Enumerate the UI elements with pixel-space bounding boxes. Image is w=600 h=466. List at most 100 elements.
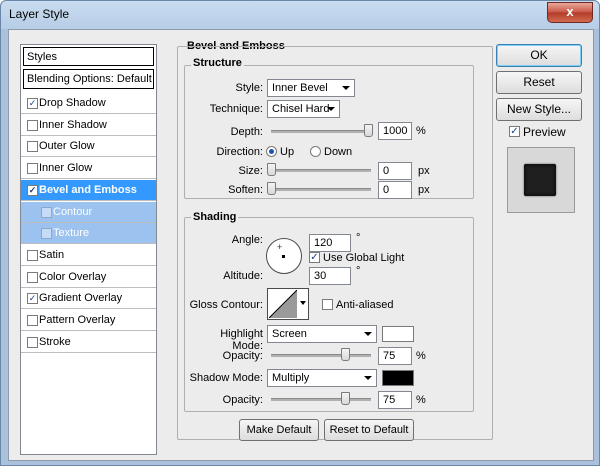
style-select[interactable]: Inner Bevel <box>267 79 355 97</box>
style-item-inner-shadow[interactable]: Inner Shadow <box>21 115 156 136</box>
chevron-down-icon <box>327 107 335 111</box>
highlight-opacity-unit: % <box>416 350 426 362</box>
close-button[interactable]: x <box>547 2 593 23</box>
highlight-mode-select[interactable]: Screen <box>267 325 377 343</box>
style-item-label: Outer Glow <box>39 140 95 153</box>
color-overlay-checkbox[interactable] <box>27 271 38 283</box>
highlight-opacity-input[interactable]: 75 <box>378 347 412 365</box>
depth-label: Depth: <box>230 126 263 138</box>
highlight-opacity-slider[interactable] <box>271 354 371 357</box>
reset-to-default-button[interactable]: Reset to Default <box>324 419 414 441</box>
angle-dial[interactable]: + <box>266 238 302 274</box>
texture-checkbox[interactable] <box>41 228 52 240</box>
inner-shadow-checkbox[interactable] <box>27 119 38 131</box>
altitude-unit: ° <box>356 265 361 277</box>
satin-checkbox[interactable] <box>27 249 38 261</box>
style-item-drop-shadow[interactable]: ✓ Drop Shadow <box>21 93 156 114</box>
depth-input[interactable]: 1000 <box>378 122 412 140</box>
preview-label[interactable]: Preview <box>523 125 566 139</box>
inner-glow-checkbox[interactable] <box>27 163 38 175</box>
soften-slider-thumb[interactable] <box>267 182 276 195</box>
altitude-input[interactable]: 30 <box>309 267 351 285</box>
style-item-bevel-and-emboss[interactable]: ✓ Bevel and Emboss <box>21 179 156 201</box>
style-item-label: Drop Shadow <box>39 97 106 109</box>
blending-options-item[interactable]: Blending Options: Default <box>23 69 154 89</box>
anti-aliased-label[interactable]: Anti-aliased <box>336 299 393 311</box>
use-global-light-checkbox[interactable]: ✓ <box>309 252 320 263</box>
layer-style-window: Layer Style x Styles Blending Options: D… <box>0 0 600 466</box>
highlight-opacity-slider-thumb[interactable] <box>341 348 350 361</box>
bevel-and-emboss-checkbox[interactable]: ✓ <box>27 184 38 196</box>
style-item-texture[interactable]: Texture <box>21 223 156 245</box>
direction-down-label[interactable]: Down <box>324 146 352 158</box>
window-title: Layer Style <box>9 7 70 21</box>
shadow-opacity-input[interactable]: 75 <box>378 391 412 409</box>
shadow-opacity-unit: % <box>416 394 426 406</box>
direction-up-radio[interactable] <box>266 146 277 157</box>
style-item-label: Stroke <box>39 335 71 348</box>
preview-checkbox[interactable]: ✓ <box>509 126 520 137</box>
structure-title: Structure <box>191 57 244 69</box>
stroke-checkbox[interactable] <box>27 336 38 348</box>
technique-select-value: Chisel Hard <box>272 103 330 115</box>
soften-input[interactable]: 0 <box>378 181 412 199</box>
style-item-color-overlay[interactable]: Color Overlay <box>21 267 156 288</box>
style-item-label: Color Overlay <box>39 270 107 283</box>
style-item-stroke[interactable]: Stroke <box>21 332 156 353</box>
reset-button[interactable]: Reset <box>496 71 582 94</box>
direction-down-radio[interactable] <box>310 146 321 157</box>
new-style-button[interactable]: New Style... <box>496 98 582 121</box>
shadow-mode-select[interactable]: Multiply <box>267 369 377 387</box>
make-default-button[interactable]: Make Default <box>239 419 319 441</box>
highlight-color-swatch[interactable] <box>382 326 414 342</box>
contour-preview-icon <box>269 290 297 318</box>
depth-slider[interactable] <box>271 130 371 133</box>
shadow-color-swatch[interactable] <box>382 370 414 386</box>
soften-unit: px <box>418 184 430 196</box>
soften-slider[interactable] <box>271 188 371 191</box>
shadow-mode-value: Multiply <box>272 372 310 384</box>
size-unit: px <box>418 165 430 177</box>
highlight-opacity-label: Opacity: <box>222 350 263 362</box>
style-item-label: Bevel and Emboss <box>39 183 137 196</box>
depth-unit: % <box>416 125 426 137</box>
shadow-opacity-label: Opacity: <box>222 394 263 406</box>
style-select-value: Inner Bevel <box>272 82 328 94</box>
gloss-contour-picker[interactable] <box>267 288 309 320</box>
style-item-label: Inner Glow <box>39 162 93 175</box>
style-item-gradient-overlay[interactable]: ✓ Gradient Overlay <box>21 288 156 310</box>
size-input[interactable]: 0 <box>378 162 412 180</box>
chevron-down-icon <box>342 86 350 90</box>
angle-label: Angle: <box>231 234 263 246</box>
use-global-light-label[interactable]: Use Global Light <box>323 252 404 264</box>
size-slider[interactable] <box>271 169 371 172</box>
style-item-inner-glow[interactable]: Inner Glow <box>21 158 156 180</box>
ok-button[interactable]: OK <box>496 44 582 67</box>
shadow-opacity-slider[interactable] <box>271 398 371 401</box>
direction-label: Direction: <box>216 146 263 158</box>
direction-up-label[interactable]: Up <box>280 146 294 158</box>
anti-aliased-checkbox[interactable] <box>322 299 333 310</box>
outer-glow-checkbox[interactable] <box>27 141 38 153</box>
title-bar[interactable]: Layer Style x <box>1 1 599 29</box>
technique-label: Technique: <box>209 103 263 115</box>
highlight-mode-value: Screen <box>272 328 307 340</box>
technique-select[interactable]: Chisel Hard <box>267 100 340 118</box>
size-slider-thumb[interactable] <box>267 163 276 176</box>
contour-checkbox[interactable] <box>41 206 52 218</box>
drop-shadow-checkbox[interactable]: ✓ <box>27 98 38 109</box>
gradient-overlay-checkbox[interactable]: ✓ <box>27 293 38 305</box>
shadow-mode-label: Shadow Mode: <box>189 372 263 384</box>
angle-input[interactable]: 120 <box>309 234 351 252</box>
angle-center-dot <box>282 255 285 258</box>
style-item-pattern-overlay[interactable]: Pattern Overlay <box>21 310 156 331</box>
style-item-contour[interactable]: Contour <box>21 201 156 223</box>
highlight-mode-label: Highlight Mode: <box>220 328 263 352</box>
depth-slider-thumb[interactable] <box>364 124 373 137</box>
styles-header[interactable]: Styles <box>23 47 154 66</box>
style-item-satin[interactable]: Satin <box>21 245 156 266</box>
style-item-label: Texture <box>53 227 90 240</box>
style-item-outer-glow[interactable]: Outer Glow <box>21 136 156 158</box>
pattern-overlay-checkbox[interactable] <box>27 315 38 326</box>
shadow-opacity-slider-thumb[interactable] <box>341 392 350 405</box>
